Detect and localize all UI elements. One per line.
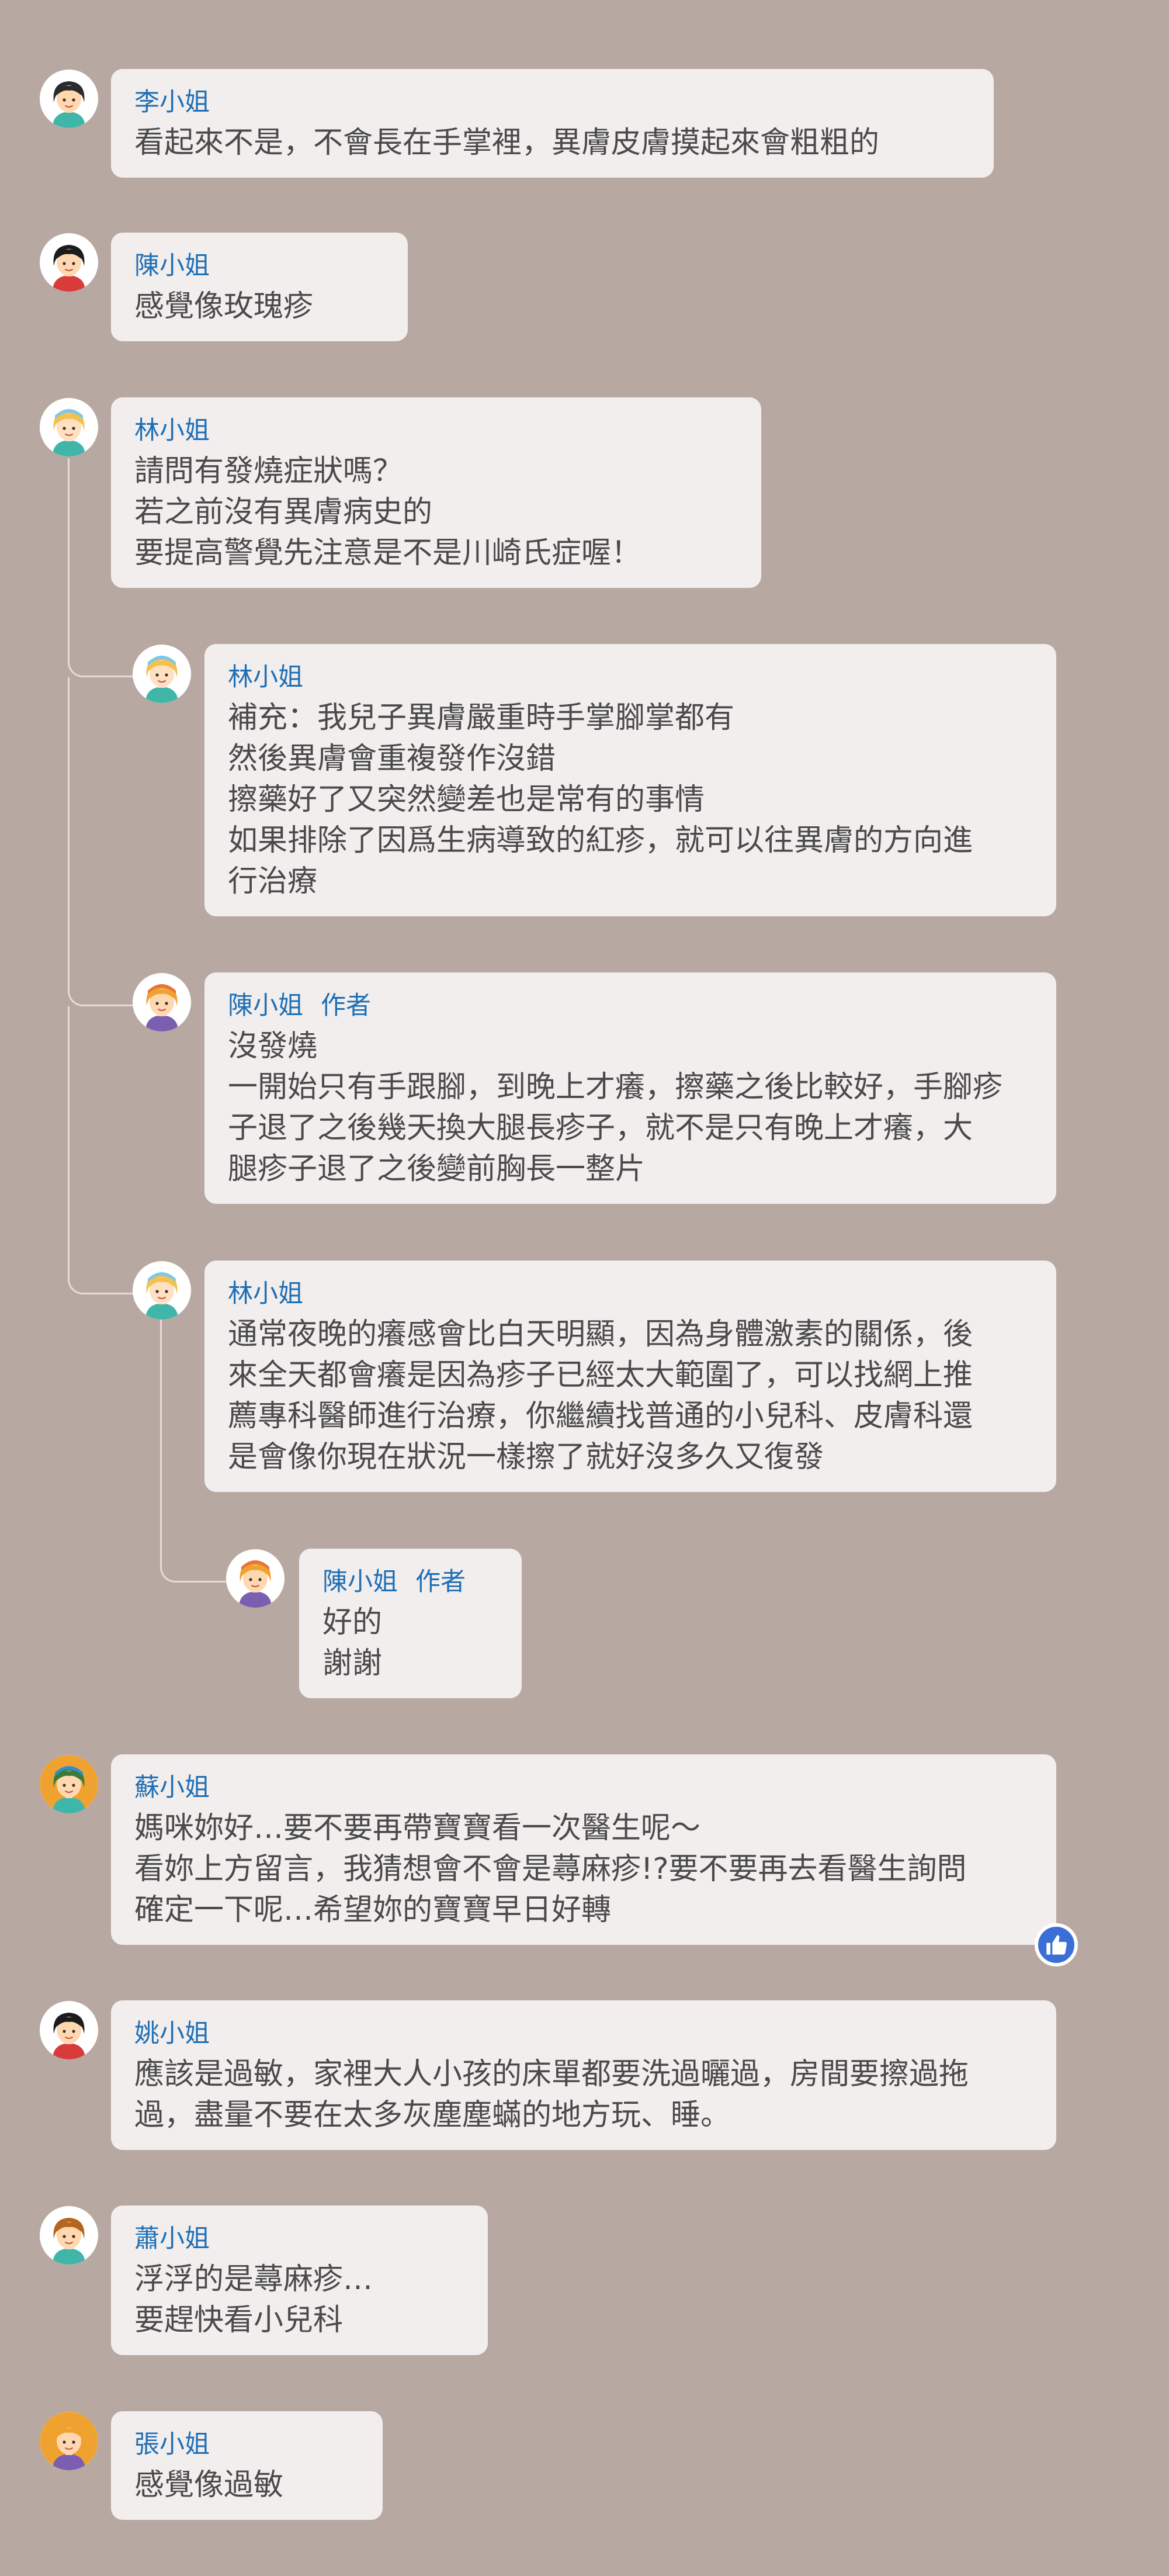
woman-avatar-icon[interactable] (40, 233, 98, 292)
comment-text: 看起來不是，不會長在手掌裡，異膚皮膚摸起來會粗粗的 (134, 123, 970, 164)
comment-text: 通常夜晚的癢感會比白天明顯，因為身體激素的關係，後 來全天都會癢是因為疹子已經太大… (228, 1314, 1033, 1478)
comment-line: 看起來不是，不會長在手掌裡，異膚皮膚摸起來會粗粗的 (134, 126, 880, 160)
comment-text: 浮浮的是蕁麻疹… 要趕快看小兒科 (134, 2259, 464, 2341)
comment-line: 來全天都會癢是因為疹子已經太大範圍了，可以找網上推 (228, 1358, 973, 1393)
comment-line: 擦藥好了又突然變差也是常有的事情 (228, 783, 705, 817)
commenter-name[interactable]: 姚小姐 (134, 2013, 210, 2049)
comment-text: 感覺像玫瑰疹 (134, 286, 384, 327)
comment-line: 若之前沒有異膚病史的 (134, 495, 433, 529)
comment-bubble: 蕭小姐浮浮的是蕁麻疹… 要趕快看小兒科 (111, 2205, 488, 2355)
thread-connector (68, 677, 134, 1006)
comment-bubble: 張小姐 感覺像過敏 (111, 2411, 383, 2520)
commenter-name[interactable]: 蘇小姐 (134, 1767, 210, 1803)
commenter-name[interactable]: 蕭小姐 (134, 2218, 210, 2255)
comment-header: 林小姐 (134, 410, 738, 446)
woman-avatar-icon[interactable] (40, 2001, 98, 2059)
woman-avatar-icon[interactable] (133, 973, 191, 1031)
comment-bubble: 姚小姐應該是過敏，家裡大人小孩的床單都要洗過曬過，房間要擦過拖 過，盡量不要在太多… (111, 2000, 1056, 2150)
comment-line: 一開始只有手跟腳，到晚上才癢，擦藥之後比較好，手腳疹 (228, 1070, 1003, 1105)
comment-line: 補充：我兒子異膚嚴重時手掌腳掌都有 (228, 701, 735, 735)
comment-line: 看妳上方留言，我猜想會不會是蕁麻疹!?要不要再去看醫生詢問 (134, 1852, 967, 1886)
comment-line: 如果排除了因爲生病導致的紅疹，就可以往異膚的方向進 (228, 823, 973, 858)
comment-bubble: 陳小姐 作者 沒發燒 一開始只有手跟腳，到晚上才癢，擦藥之後比較好，手腳疹 子退了之後幾… (204, 972, 1056, 1204)
comment-line: 要趕快看小兒科 (134, 2303, 344, 2338)
comment-line: 子退了之後幾天換大腿長疹子，就不是只有晚上才癢，大 (228, 1111, 973, 1145)
thread-connector (68, 1006, 134, 1294)
commenter-name[interactable]: 陳小姐 (134, 245, 210, 282)
comment-bubble: 林小姐請問有發燒症狀嗎？ 若之前沒有異膚病史的要提高警覺先注意是不是川崎氏症喔！ (111, 397, 761, 588)
comment-header: 陳小姐 (134, 245, 384, 282)
woman-avatar-icon[interactable] (133, 645, 191, 703)
author-badge: 作者 (415, 1567, 466, 1597)
commenter-name[interactable]: 陳小姐 (228, 985, 303, 1022)
comment-line: 應該是過敏，家裡大人小孩的床單都要洗過曬過，房間要擦過拖 (134, 2057, 969, 2092)
woman-avatar-icon[interactable] (40, 398, 98, 456)
comment-text: 媽咪妳好…要不要再帶寶寶看一次醫生呢～ 看妳上方留言，我猜想會不會是蕁麻疹!?要不… (134, 1808, 1033, 1931)
commenter-name[interactable]: 林小姐 (228, 1273, 303, 1310)
comment-line: 然後異膚會重複發作沒錯 (228, 742, 556, 776)
comment-header: 林小姐 (228, 657, 1033, 693)
comment-line: 行治療 (228, 864, 318, 899)
comment-line: 媽咪妳好…要不要再帶寶寶看一次醫生呢～ (134, 1811, 701, 1846)
comment-header: 姚小姐 (134, 2013, 1033, 2049)
thumbs-up-icon[interactable] (1035, 1923, 1078, 1966)
comment-line: 沒發燒 (228, 1029, 318, 1064)
woman-avatar-icon[interactable] (40, 2412, 98, 2470)
comment-line: 好的 (322, 1605, 383, 1640)
comment-header: 陳小姐 作者 (228, 985, 1033, 1022)
woman-avatar-icon[interactable] (40, 2206, 98, 2265)
commenter-name[interactable]: 林小姐 (134, 410, 210, 446)
comment-line: 要提高警覺先注意是不是川崎氏症喔！ (134, 536, 641, 570)
comment-line: 腿疹子退了之後變前胸長一整片 (228, 1152, 646, 1186)
commenter-name[interactable]: 李小姐 (134, 82, 210, 118)
comment-bubble: 陳小姐 作者好的謝謝 (299, 1549, 522, 1698)
comment-text: 好的 謝謝 (322, 1602, 498, 1684)
woman-avatar-icon[interactable] (133, 1261, 191, 1320)
comment-line: 通常夜晚的癢感會比白天明顯，因為身體激素的關係，後 (228, 1317, 973, 1352)
comment-header: 林小姐 (228, 1273, 1033, 1310)
comment-text: 應該是過敏，家裡大人小孩的床單都要洗過曬過，房間要擦過拖 過，盡量不要在太多灰塵塵… (134, 2054, 1033, 2136)
comment-header: 蕭小姐 (134, 2218, 464, 2255)
comment-line: 確定一下呢…希望妳的寶寶早日好轉 (134, 1893, 612, 1927)
comment-bubble: 林小姐通常夜晚的癢感會比白天明顯，因為身體激素的關係，後 來全天都會癢是因為疹子已… (204, 1261, 1056, 1492)
commenter-name[interactable]: 林小姐 (228, 657, 303, 693)
comment-line: 過，盡量不要在太多灰塵塵蟎的地方玩、睡。 (134, 2098, 731, 2132)
comment-header: 李小姐 (134, 82, 970, 118)
comment-bubble: 林小姐補充：我兒子異膚嚴重時手掌腳掌都有 然後異膚會重複發作沒錯擦藥好了又突然變差… (204, 644, 1056, 916)
comment-bubble: 李小姐看起來不是，不會長在手掌裡，異膚皮膚摸起來會粗粗的 (111, 69, 994, 178)
comment-text: 補充：我兒子異膚嚴重時手掌腳掌都有 然後異膚會重複發作沒錯擦藥好了又突然變差也是常… (228, 698, 1033, 902)
woman-avatar-icon[interactable] (226, 1549, 285, 1608)
comment-bubble: 蘇小姐媽咪妳好…要不要再帶寶寶看一次醫生呢～ 看妳上方留言，我猜想會不會是蕁麻疹!… (111, 1754, 1056, 1945)
comment-header: 陳小姐 作者 (322, 1561, 498, 1598)
comment-text: 請問有發燒症狀嗎？ 若之前沒有異膚病史的要提高警覺先注意是不是川崎氏症喔！ (134, 451, 738, 574)
woman-avatar-icon[interactable] (40, 70, 98, 128)
comment-text: 沒發燒一開始只有手跟腳，到晚上才癢，擦藥之後比較好，手腳疹 子退了之後幾天換大腿長… (228, 1026, 1033, 1190)
woman-avatar-icon[interactable] (40, 1755, 98, 1813)
commenter-name[interactable]: 張小姐 (134, 2424, 210, 2460)
comment-text: 感覺像過敏 (134, 2465, 359, 2506)
comment-line: 謝謝 (322, 1646, 383, 1681)
comment-line: 浮浮的是蕁麻疹… (134, 2262, 373, 2297)
comment-line: 薦專科醫師進行治療，你繼續找普通的小兒科、皮膚科還 (228, 1399, 973, 1434)
commenter-name[interactable]: 陳小姐 (322, 1561, 398, 1598)
comment-line: 是會像你現在狀況一樣擦了就好沒多久又復發 (228, 1440, 824, 1474)
author-badge: 作者 (321, 991, 371, 1020)
comment-line: 感覺像玫瑰疹 (134, 289, 314, 324)
comment-line: 請問有發燒症狀嗎？ (134, 454, 403, 489)
comment-header: 蘇小姐 (134, 1767, 1033, 1803)
comment-bubble: 陳小姐 感覺像玫瑰疹 (111, 233, 408, 341)
comment-line: 感覺像過敏 (134, 2468, 284, 2502)
comment-header: 張小姐 (134, 2424, 359, 2460)
